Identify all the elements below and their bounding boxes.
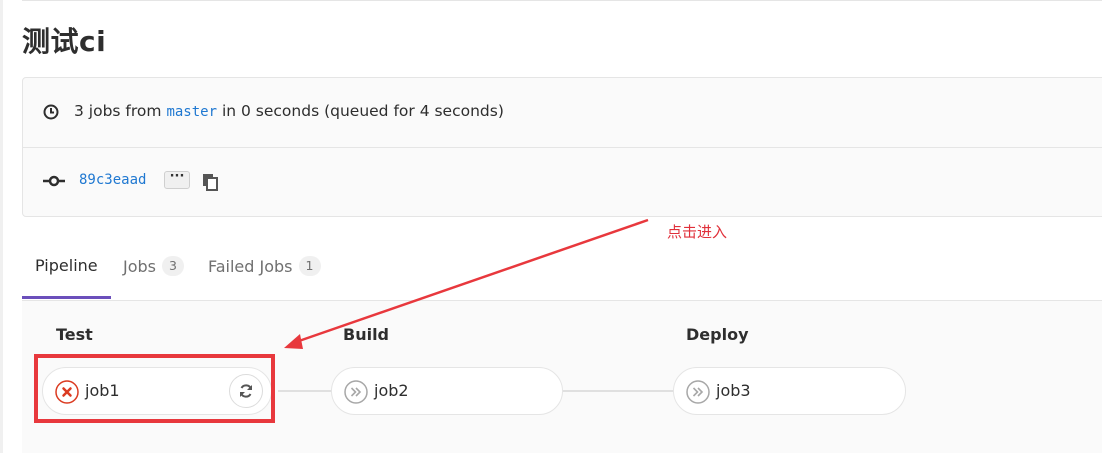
tab-jobs-label: Jobs (123, 256, 156, 276)
expand-commit-message-button[interactable]: ··· (164, 170, 190, 189)
stage-title-deploy: Deploy (686, 325, 749, 344)
jobs-summary: 3 jobs from master in 0 seconds (queued … (74, 102, 504, 120)
tab-jobs[interactable]: Jobs 3 (123, 256, 184, 276)
active-tab-indicator (22, 296, 111, 299)
annotation-label: 点击进入 (667, 223, 728, 241)
commit-icon (43, 175, 65, 187)
failed-jobs-count-badge: 1 (298, 256, 321, 276)
tab-failed-jobs[interactable]: Failed Jobs 1 (208, 256, 321, 276)
jobs-summary-prefix: 3 jobs from (74, 102, 162, 120)
status-skipped-icon (344, 380, 368, 404)
commit-sha-link[interactable]: 89c3eaad (79, 172, 146, 188)
stage-connector (562, 390, 674, 392)
stage-title-build: Build (343, 325, 390, 344)
stage-title-test: Test (56, 325, 93, 344)
clock-icon (43, 104, 59, 120)
jobs-summary-suffix: in 0 seconds (queued for 4 seconds) (221, 102, 504, 120)
pipeline-info-box: 3 jobs from master in 0 seconds (queued … (22, 77, 1102, 217)
tab-failed-jobs-label: Failed Jobs (208, 256, 293, 276)
tab-pipeline-label: Pipeline (35, 256, 98, 275)
status-skipped-icon (686, 380, 710, 404)
left-divider (0, 0, 3, 453)
tab-pipeline[interactable]: Pipeline (35, 256, 98, 275)
job-pill-job2[interactable]: job2 (331, 367, 563, 415)
pipeline-tabs: Pipeline Jobs 3 Failed Jobs 1 (22, 244, 1102, 301)
job-name: job3 (716, 381, 751, 400)
branch-link[interactable]: master (166, 104, 217, 120)
job-pill-job3[interactable]: job3 (673, 367, 906, 415)
page-title: 测试ci (22, 25, 107, 58)
copy-icon[interactable] (201, 173, 219, 191)
top-divider (22, 0, 1102, 1)
commit-row: 89c3eaad ··· (23, 148, 1102, 216)
pipeline-summary-row: 3 jobs from master in 0 seconds (queued … (23, 78, 1102, 148)
job-name: job2 (374, 381, 409, 400)
jobs-count-badge: 3 (162, 256, 184, 276)
annotation-highlight-box (34, 354, 275, 423)
stage-connector (278, 390, 332, 392)
